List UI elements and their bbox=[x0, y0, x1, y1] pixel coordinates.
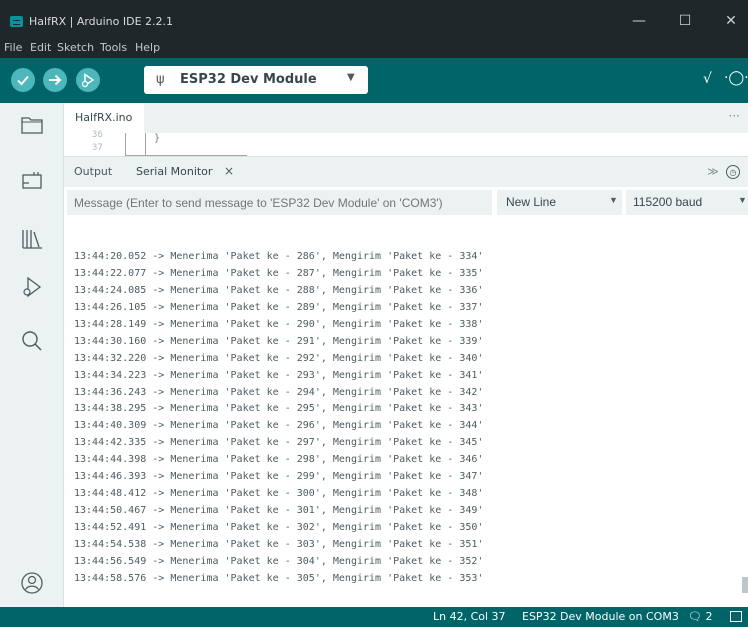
menu-edit[interactable]: Edit bbox=[30, 41, 51, 54]
tab-halfrx-ino[interactable]: HalfRX.ino bbox=[64, 103, 144, 133]
title-bar: HalfRX | Arduino IDE 2.2.1 — ☐ ✕ bbox=[0, 0, 748, 38]
checkmark-icon bbox=[17, 75, 29, 86]
status-bar: Ln 42, Col 37 ESP32 Dev Module on COM3 🗨… bbox=[0, 607, 748, 627]
editor-tab-bar: HalfRX.ino ··· bbox=[64, 103, 748, 133]
board-selector[interactable]: ψ ESP32 Dev Module ▼ bbox=[144, 66, 368, 94]
serial-line: 13:44:38.295 -> Menerima 'Paket ke - 295… bbox=[74, 403, 484, 415]
chevron-down-icon: ▼ bbox=[738, 195, 747, 205]
toggle-panel-icon[interactable] bbox=[730, 611, 742, 622]
arduino-logo-icon bbox=[10, 16, 23, 27]
menu-help[interactable]: Help bbox=[135, 41, 160, 54]
debug-sidebar-icon[interactable] bbox=[20, 275, 44, 299]
serial-lines: 13:44:20.052 -> Menerima 'Paket ke - 286… bbox=[74, 248, 483, 587]
close-icon[interactable]: ✕ bbox=[720, 10, 742, 32]
serial-input-row: New Line ▼ 115200 baud ▼ bbox=[64, 187, 748, 217]
timestamp-clock-icon[interactable]: ◷ bbox=[726, 165, 740, 179]
bell-icon: 🗨 bbox=[688, 610, 702, 623]
more-options-icon[interactable]: ··· bbox=[729, 109, 740, 123]
toolbar: ψ ESP32 Dev Module ▼ √ ·◯· bbox=[0, 58, 748, 103]
serial-line: 13:44:28.149 -> Menerima 'Paket ke - 290… bbox=[74, 318, 484, 330]
serial-line: 13:44:22.077 -> Menerima 'Paket ke - 287… bbox=[74, 267, 484, 279]
indent-guide bbox=[145, 133, 146, 157]
sketchbook-folder-icon[interactable] bbox=[20, 113, 44, 137]
arrow-right-icon bbox=[49, 74, 62, 86]
menu-sketch[interactable]: Sketch bbox=[57, 41, 94, 54]
line-ending-select[interactable]: New Line ▼ bbox=[497, 190, 622, 215]
upload-button[interactable] bbox=[43, 68, 67, 92]
serial-line: 13:44:48.412 -> Menerima 'Paket ke - 300… bbox=[74, 488, 484, 500]
serial-output[interactable]: 13:44:20.052 -> Menerima 'Paket ke - 286… bbox=[64, 217, 748, 607]
board-name: ESP32 Dev Module bbox=[180, 72, 317, 87]
gutter-divider bbox=[125, 133, 126, 157]
serial-line: 13:44:52.491 -> Menerima 'Paket ke - 302… bbox=[74, 522, 484, 533]
menu-file[interactable]: File bbox=[4, 41, 22, 54]
autoscroll-icon[interactable]: ≫ bbox=[706, 165, 720, 179]
serial-line: 13:44:56.549 -> Menerima 'Paket ke - 304… bbox=[74, 555, 484, 567]
close-icon[interactable]: × bbox=[224, 164, 234, 178]
baud-rate-value: 115200 baud bbox=[633, 195, 703, 209]
serial-line: 13:44:26.105 -> Menerima 'Paket ke - 289… bbox=[74, 301, 484, 313]
code-editor[interactable]: 36 37 } bbox=[64, 130, 748, 157]
search-icon[interactable] bbox=[20, 329, 44, 353]
serial-line: 13:44:50.467 -> Menerima 'Paket ke - 301… bbox=[74, 505, 484, 517]
serial-line: 13:44:32.220 -> Menerima 'Paket ke - 292… bbox=[74, 352, 484, 364]
verify-button[interactable] bbox=[11, 68, 35, 92]
serial-line: 13:44:44.398 -> Menerima 'Paket ke - 298… bbox=[74, 454, 484, 466]
tab-label: HalfRX.ino bbox=[75, 111, 133, 124]
serial-monitor-icon[interactable]: ·◯· bbox=[724, 70, 748, 86]
minimize-icon[interactable]: — bbox=[628, 10, 650, 32]
debug-icon bbox=[81, 73, 95, 88]
window-title: HalfRX | Arduino IDE 2.2.1 bbox=[29, 15, 174, 28]
panel-tab-bar: Output Serial Monitor × ≫ ◷ ≡ bbox=[64, 157, 748, 187]
serial-line: 13:44:34.223 -> Menerima 'Paket ke - 293… bbox=[74, 369, 484, 381]
notification-count: 2 bbox=[705, 610, 713, 623]
usb-icon: ψ bbox=[156, 72, 165, 87]
serial-line: 13:44:20.052 -> Menerima 'Paket ke - 286… bbox=[74, 251, 484, 262]
maximize-icon[interactable]: ☐ bbox=[674, 10, 696, 32]
line-number: 37 bbox=[92, 143, 103, 153]
cursor-position[interactable]: Ln 42, Col 37 bbox=[433, 610, 506, 623]
serial-line: 13:44:42.335 -> Menerima 'Paket ke - 297… bbox=[74, 437, 484, 449]
serial-line: 13:44:24.085 -> Menerima 'Paket ke - 288… bbox=[74, 284, 484, 296]
chevron-down-icon: ▼ bbox=[347, 72, 355, 83]
sidebar bbox=[0, 103, 64, 607]
chevron-down-icon: ▼ bbox=[609, 195, 618, 205]
serial-line: 13:44:58.576 -> Menerima 'Paket ke - 305… bbox=[74, 572, 484, 584]
account-icon[interactable] bbox=[20, 571, 44, 595]
serial-line: 13:44:40.309 -> Menerima 'Paket ke - 296… bbox=[74, 420, 484, 432]
serial-message-input[interactable] bbox=[67, 190, 492, 215]
serial-line: 13:44:30.160 -> Menerima 'Paket ke - 291… bbox=[74, 335, 484, 347]
serial-line: 13:44:36.243 -> Menerima 'Paket ke - 294… bbox=[74, 386, 484, 398]
board-port-status[interactable]: ESP32 Dev Module on COM3 bbox=[522, 610, 679, 623]
line-number: 36 bbox=[92, 130, 103, 140]
serial-plotter-icon[interactable]: √ bbox=[703, 71, 712, 87]
boards-manager-icon[interactable] bbox=[20, 169, 44, 193]
scrollbar-thumb[interactable] bbox=[742, 577, 748, 593]
tab-output[interactable]: Output bbox=[74, 165, 112, 178]
serial-line: 13:44:54.538 -> Menerima 'Paket ke - 303… bbox=[74, 538, 484, 550]
menu-tools[interactable]: Tools bbox=[100, 41, 127, 54]
menu-bar: File Edit Sketch Tools Help bbox=[0, 38, 748, 58]
code-text: } bbox=[154, 133, 161, 144]
debug-button[interactable] bbox=[76, 68, 100, 92]
serial-line: 13:44:46.393 -> Menerima 'Paket ke - 299… bbox=[74, 471, 484, 483]
tab-serial-monitor[interactable]: Serial Monitor bbox=[136, 165, 212, 178]
library-manager-icon[interactable] bbox=[20, 227, 44, 251]
line-ending-value: New Line bbox=[506, 195, 557, 209]
baud-rate-select[interactable]: 115200 baud ▼ bbox=[626, 190, 748, 215]
notifications-count[interactable]: 🗨 2 bbox=[688, 610, 712, 623]
